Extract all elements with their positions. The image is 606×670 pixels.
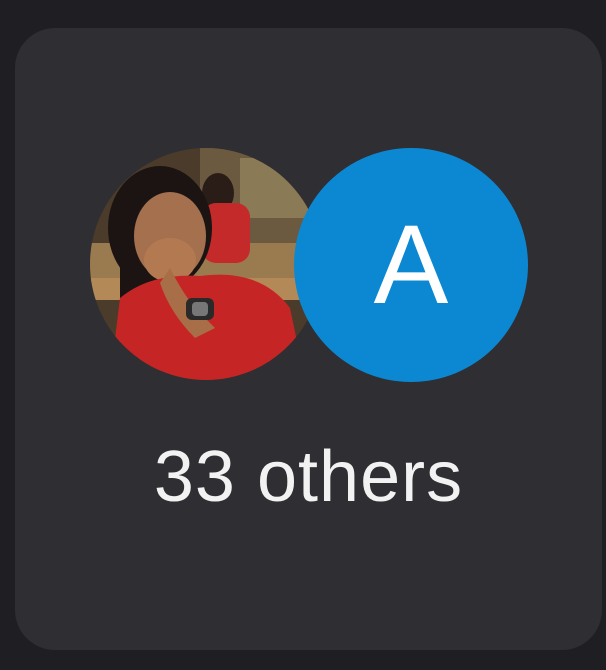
user-photo-avatar[interactable] (90, 148, 322, 380)
avatar-initial: A (373, 202, 449, 327)
participants-card[interactable]: A 33 others (15, 28, 602, 650)
user-photo-icon (90, 148, 322, 380)
initial-avatar[interactable]: A (294, 148, 528, 382)
others-count-label: 33 others (153, 437, 464, 517)
